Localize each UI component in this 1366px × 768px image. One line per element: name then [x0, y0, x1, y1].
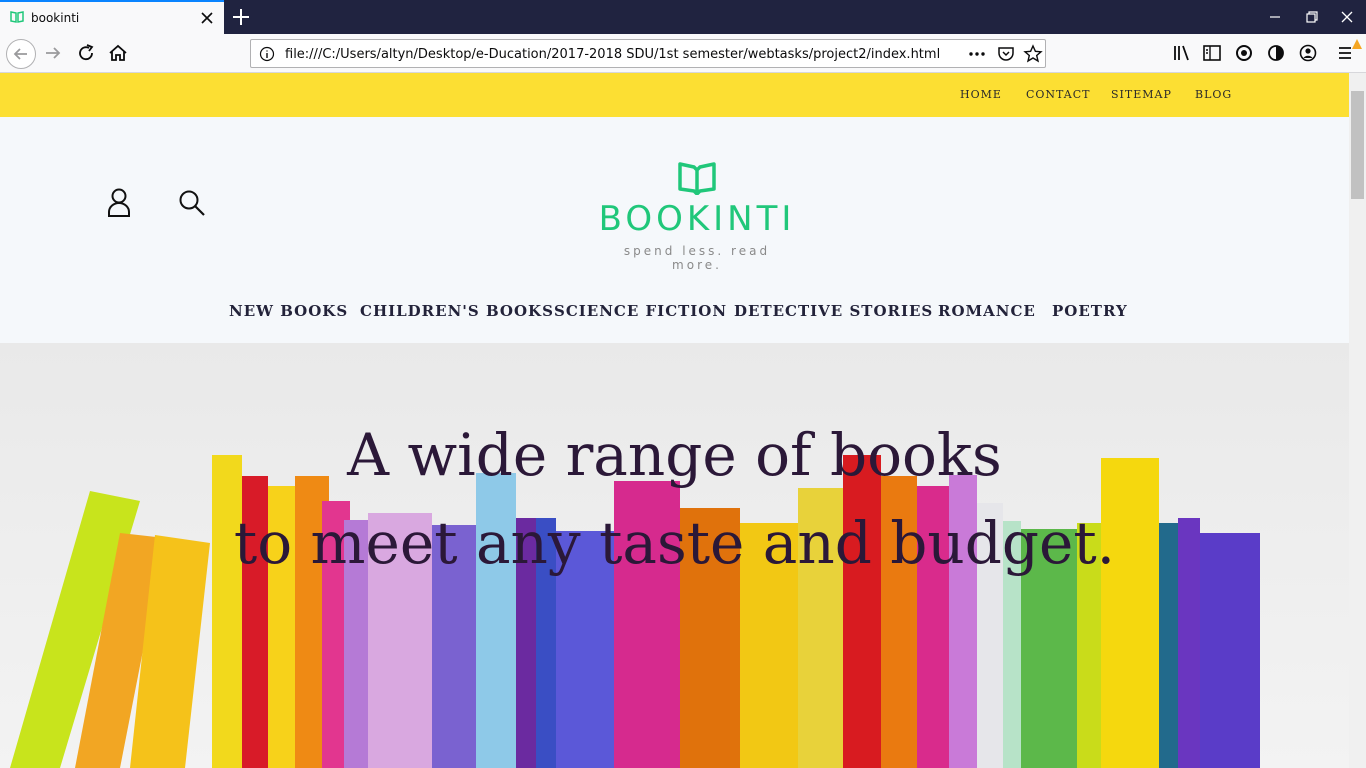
shield-icon[interactable]: [1264, 41, 1288, 65]
browser-toolbar: file:///C:/Users/altyn/Desktop/e-Ducatio…: [0, 34, 1366, 73]
arrow-left-icon: [13, 48, 27, 60]
hero-heading-line2: to meet any taste and budget.: [233, 509, 1116, 577]
vertical-scrollbar[interactable]: [1349, 73, 1366, 768]
sidebar-icon[interactable]: [1200, 41, 1224, 65]
url-text: file:///C:/Users/altyn/Desktop/e-Ducatio…: [285, 47, 941, 62]
category-detective-stories[interactable]: DETECTIVE STORIES: [734, 302, 933, 320]
screenshot-icon[interactable]: [1232, 41, 1256, 65]
logo-name[interactable]: BOOKINTI: [597, 199, 797, 239]
nav-link-sitemap[interactable]: SITEMAP: [1111, 88, 1172, 101]
book-logo-icon: [678, 162, 716, 195]
search-icon[interactable]: [178, 189, 206, 217]
category-poetry[interactable]: POETRY: [1052, 302, 1128, 320]
info-icon[interactable]: [259, 46, 275, 62]
category-new-books[interactable]: NEW BOOKS: [229, 302, 348, 320]
hero-heading-line1: A wide range of books: [347, 421, 1002, 489]
browser-tab[interactable]: bookinti: [0, 0, 224, 34]
category-science-fiction[interactable]: SCIENCE FICTION: [554, 302, 727, 320]
pocket-icon[interactable]: [996, 44, 1016, 64]
window-close-icon[interactable]: [1338, 8, 1356, 26]
top-bar: HOME CONTACT SITEMAP BLOG: [0, 73, 1349, 117]
browser-tab-bar: bookinti: [0, 0, 1366, 34]
logo-tagline: spend less. read more.: [623, 244, 771, 272]
account-icon[interactable]: [1296, 41, 1320, 65]
tab-title: bookinti: [31, 11, 80, 25]
nav-link-blog[interactable]: BLOG: [1195, 88, 1232, 101]
warning-icon: [1352, 39, 1362, 49]
home-icon[interactable]: [106, 41, 130, 65]
url-bar[interactable]: file:///C:/Users/altyn/Desktop/e-Ducatio…: [250, 39, 1046, 68]
reload-icon[interactable]: [74, 41, 98, 65]
close-icon[interactable]: [198, 9, 216, 27]
nav-link-home[interactable]: HOME: [960, 88, 1002, 101]
category-romance[interactable]: ROMANCE: [938, 302, 1036, 320]
category-childrens-books[interactable]: CHILDREN'S BOOKS: [360, 302, 554, 320]
library-icon[interactable]: [1170, 41, 1194, 65]
star-icon[interactable]: [1023, 44, 1043, 64]
book-icon: [10, 11, 24, 23]
hero-banner: A wide range of books to meet any taste …: [0, 343, 1349, 768]
more-icon[interactable]: [967, 44, 987, 64]
restore-icon[interactable]: [1303, 8, 1321, 26]
new-tab-icon[interactable]: [230, 6, 252, 28]
arrow-right-icon[interactable]: [41, 41, 65, 65]
site-header: BOOKINTI spend less. read more. NEW BOOK…: [0, 117, 1349, 343]
user-icon[interactable]: [106, 187, 132, 217]
scrollbar-thumb[interactable]: [1351, 91, 1364, 199]
nav-link-contact[interactable]: CONTACT: [1026, 88, 1091, 101]
minimize-icon[interactable]: [1266, 8, 1284, 26]
back-button[interactable]: [6, 39, 36, 69]
page-viewport: HOME CONTACT SITEMAP BLOG BOOKINTI spend…: [0, 73, 1349, 768]
